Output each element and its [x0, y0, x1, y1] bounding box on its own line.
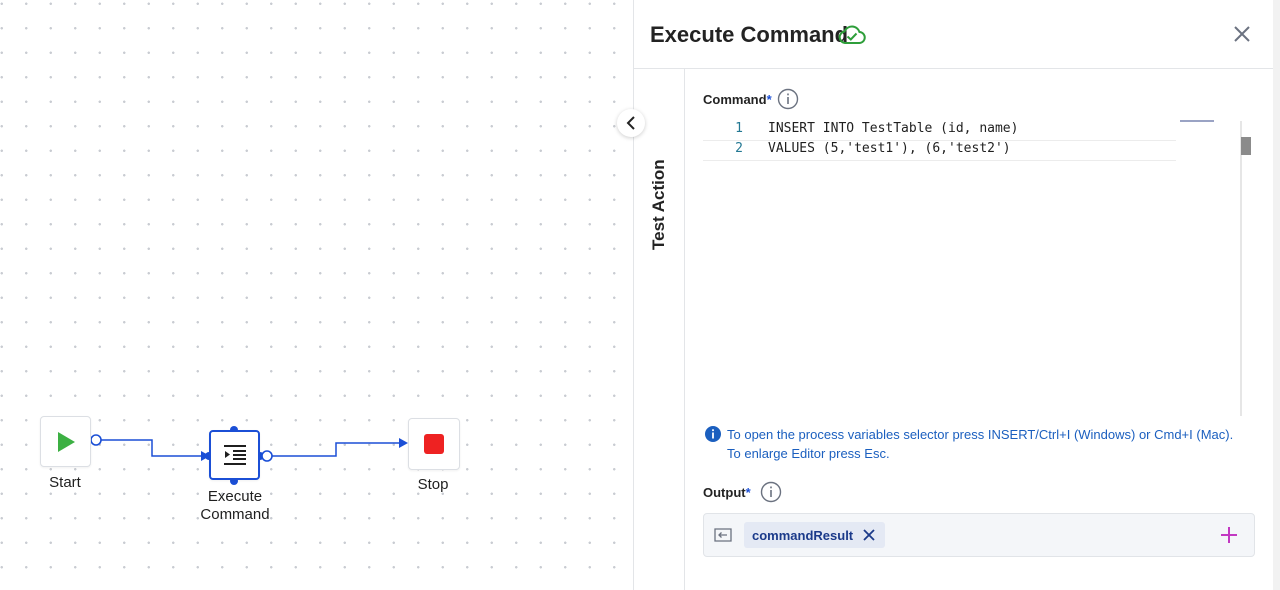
output-variable-field[interactable]: commandResult [703, 513, 1255, 557]
variable-icon [714, 528, 732, 542]
exec-label-line2: Command [200, 506, 270, 523]
start-output-port [90, 434, 102, 446]
execute-command-node[interactable] [209, 430, 260, 480]
stop-node-label: Stop [417, 476, 449, 493]
hint-text-line1: To open the process variables selector p… [727, 427, 1234, 442]
panel-scrollbar[interactable] [1273, 0, 1280, 590]
panel-title: Execute Command [650, 22, 849, 47]
test-action-tab-label: Test Action [649, 159, 668, 250]
output-info-icon[interactable] [760, 481, 782, 503]
test-action-tab[interactable]: Test Action [634, 69, 685, 590]
plus-icon[interactable] [1220, 526, 1238, 544]
code-text: INSERT INTO TestTable (id, name) [768, 121, 1019, 136]
editor-minimap[interactable] [1180, 120, 1214, 122]
close-icon[interactable] [1232, 24, 1252, 44]
panel-header: Execute Command [634, 0, 1280, 69]
flow-connectors [90, 426, 408, 485]
stop-node[interactable] [408, 418, 460, 470]
connector-start-exec [97, 439, 207, 457]
remove-variable-button[interactable] [863, 529, 875, 541]
editor-scrollbar-thumb[interactable] [1241, 137, 1251, 155]
arrowhead-stop [399, 438, 408, 448]
command-editor[interactable]: 1 INSERT INTO TestTable (id, name) 2 VAL… [703, 116, 1241, 414]
execute-command-icon [223, 445, 246, 465]
line-number: 2 [735, 141, 743, 156]
info-icon [705, 426, 721, 442]
editor-scrollbar-track[interactable] [1240, 121, 1242, 416]
start-node-label: Start [49, 474, 81, 491]
output-label: Output* [703, 485, 751, 500]
editor-line: 1 INSERT INTO TestTable (id, name) [703, 121, 1176, 140]
play-icon [57, 431, 75, 452]
exec-label-line1: Execute [207, 488, 263, 505]
output-variable-name: commandResult [752, 527, 854, 543]
flow-canvas[interactable]: Start Execute Command Stop [0, 0, 633, 590]
exec-output-port [261, 450, 273, 462]
connector-exec-stop [266, 442, 405, 457]
command-info-icon[interactable] [777, 88, 799, 110]
collapse-panel-button[interactable] [617, 109, 645, 137]
hint-text-line2: To enlarge Editor press Esc. [727, 446, 890, 461]
remove-icon [863, 529, 875, 541]
stop-icon [424, 434, 444, 454]
command-label: Command* [703, 92, 772, 107]
editor-line: 2 VALUES (5,'test1'), (6,'test2') [703, 140, 1176, 161]
start-node[interactable] [40, 416, 91, 467]
code-text: VALUES (5,'test1'), (6,'test2') [768, 141, 1011, 156]
chevron-left-icon [626, 116, 635, 130]
execute-command-node-label: Execute Command [190, 488, 280, 524]
cloud-check-icon [838, 25, 866, 44]
output-variable-chip: commandResult [744, 522, 886, 548]
line-number: 1 [735, 121, 743, 136]
